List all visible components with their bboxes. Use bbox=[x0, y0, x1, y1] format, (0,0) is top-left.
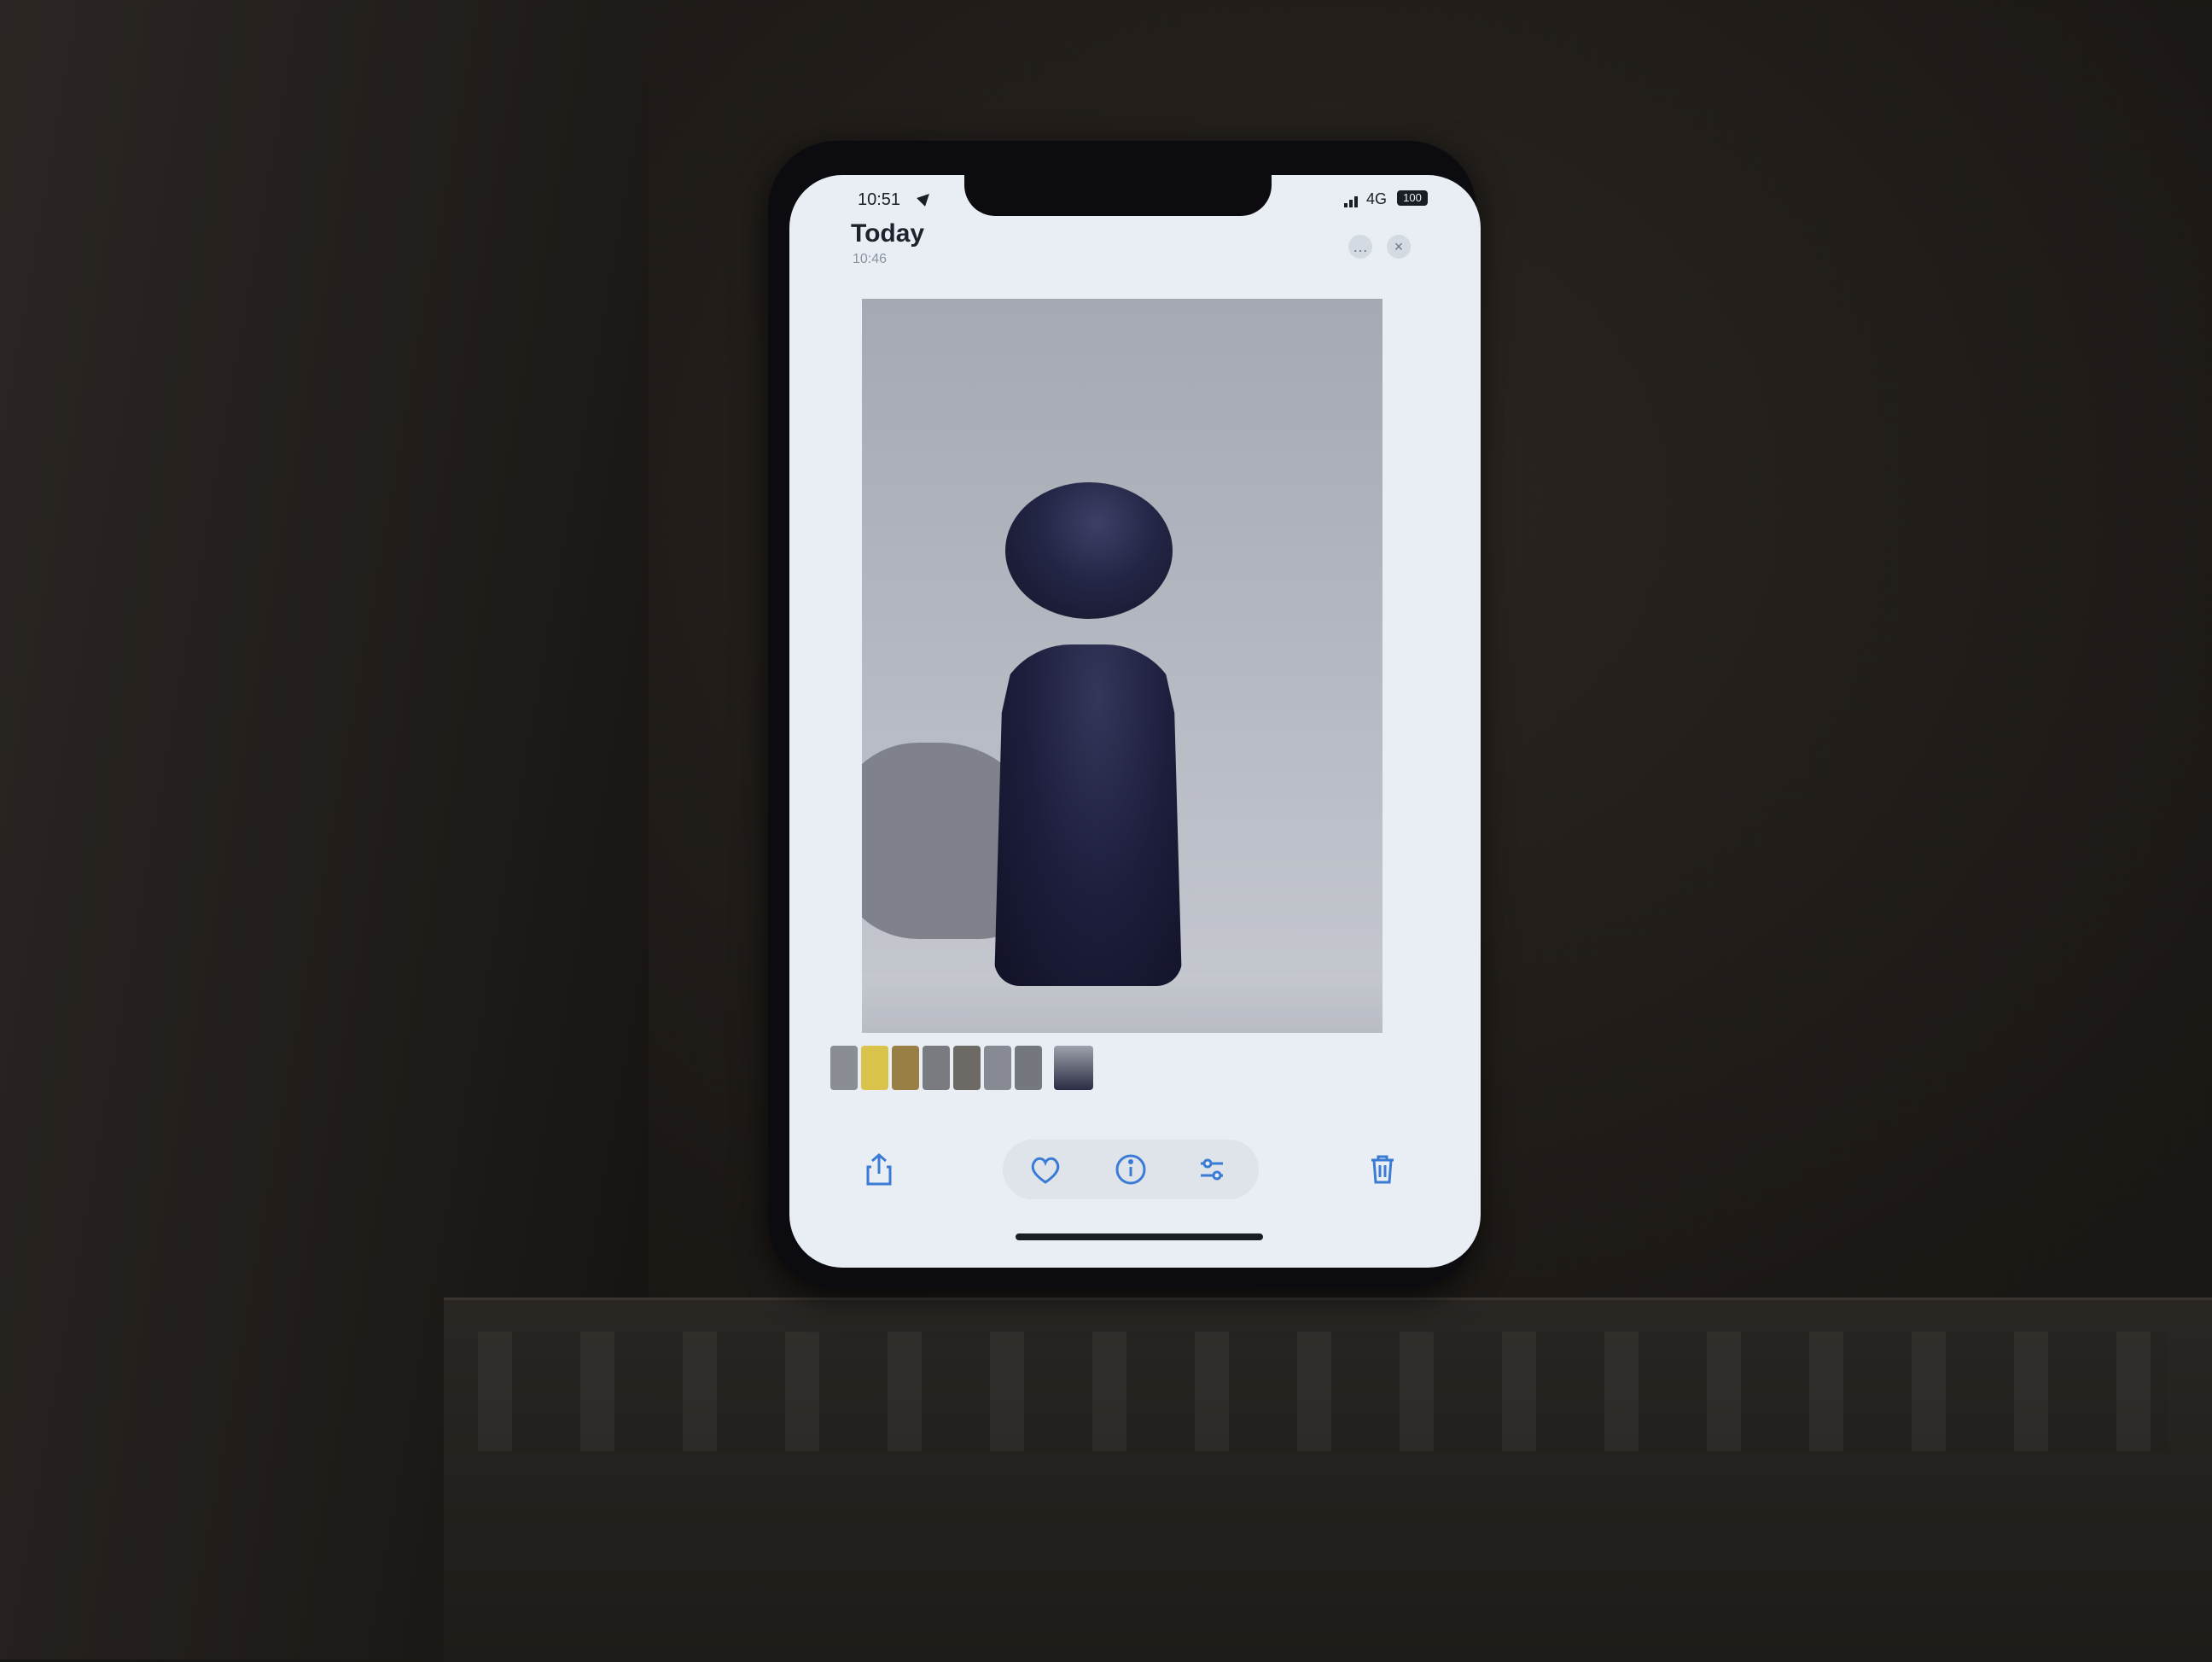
thumbnail[interactable] bbox=[830, 1046, 858, 1090]
trash-icon[interactable] bbox=[1361, 1148, 1404, 1191]
page-title: Today bbox=[851, 219, 925, 248]
thumbnail-strip[interactable] bbox=[830, 1046, 1172, 1093]
pawn-head bbox=[1005, 482, 1173, 619]
battery-icon: 100 bbox=[1397, 190, 1428, 206]
notch bbox=[964, 175, 1272, 216]
pawn-body bbox=[994, 644, 1182, 986]
thumbnail[interactable] bbox=[861, 1046, 888, 1090]
thumbnail[interactable] bbox=[923, 1046, 950, 1090]
more-button[interactable]: … bbox=[1348, 235, 1372, 259]
info-icon[interactable] bbox=[1109, 1148, 1152, 1191]
cellular-signal-icon bbox=[1344, 194, 1363, 207]
sliders-icon[interactable] bbox=[1190, 1148, 1233, 1191]
thumbnail-selected[interactable] bbox=[1054, 1046, 1093, 1090]
close-button[interactable]: × bbox=[1387, 235, 1411, 259]
phone-screen: 10:51 4G 100 Today 10:46 … × bbox=[789, 175, 1481, 1268]
home-indicator[interactable] bbox=[1016, 1233, 1263, 1240]
background-stand-ridges bbox=[478, 1332, 2168, 1451]
page-subtitle: 10:46 bbox=[853, 252, 888, 266]
status-time: 10:51 bbox=[858, 190, 901, 209]
thumbnail[interactable] bbox=[892, 1046, 919, 1090]
thumbnail[interactable] bbox=[984, 1046, 1011, 1090]
location-arrow-icon bbox=[917, 190, 934, 207]
photo-viewer[interactable] bbox=[862, 299, 1382, 1033]
thumbnail[interactable] bbox=[953, 1046, 981, 1090]
heart-icon[interactable] bbox=[1024, 1148, 1067, 1191]
thumbnail[interactable] bbox=[1015, 1046, 1042, 1090]
share-icon[interactable] bbox=[858, 1148, 900, 1191]
network-label: 4G bbox=[1366, 190, 1388, 207]
